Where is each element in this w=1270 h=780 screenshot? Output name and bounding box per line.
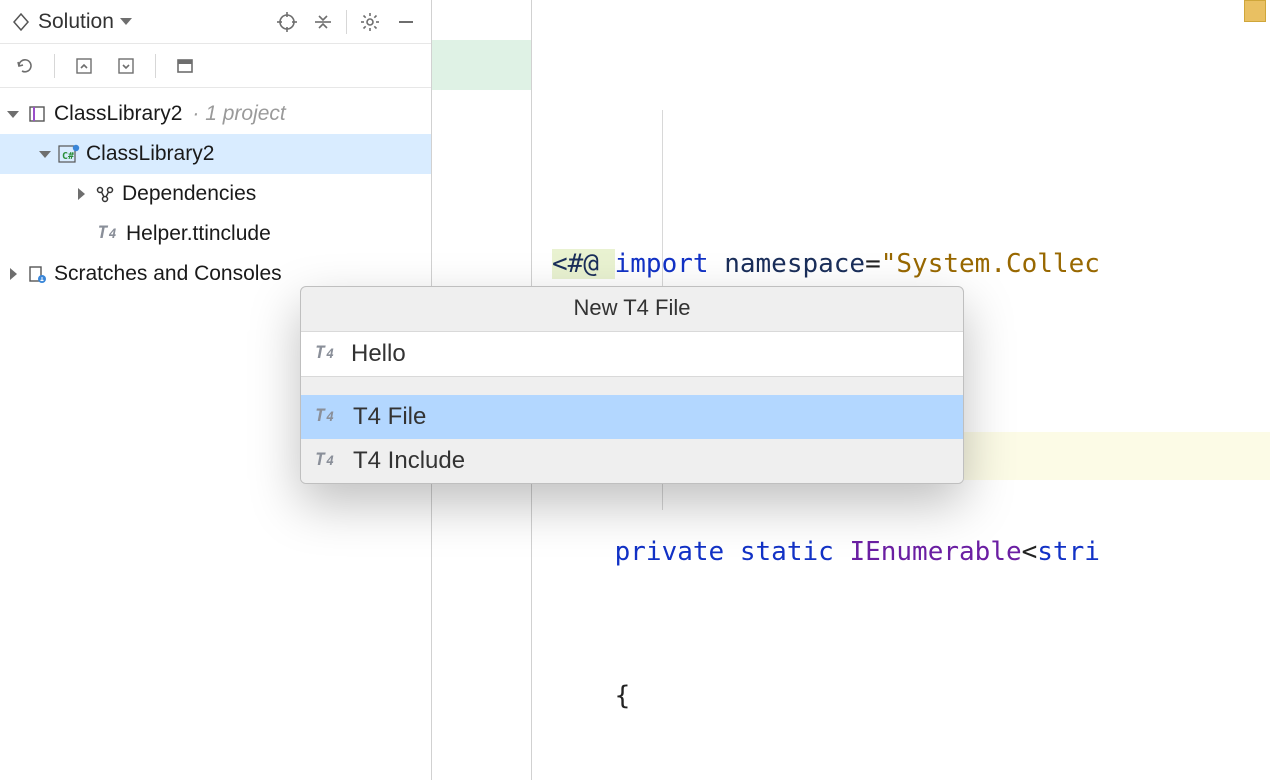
toolbar-divider [54,54,55,78]
toolbar-divider [155,54,156,78]
tree-label: Scratches and Consoles [54,262,282,286]
chevron-down-icon[interactable] [38,147,52,161]
dialog-input-row: T4 [301,331,963,377]
code-token: IEnumerable [849,537,1021,567]
minimize-icon[interactable] [391,7,421,37]
t4-file-icon: T4 [315,406,341,428]
tree-label: ClassLibrary2 [54,102,182,126]
tree-label: Dependencies [122,182,256,206]
code-token: <#@ [552,249,615,279]
window-icon[interactable] [170,51,200,81]
collapse-icon[interactable] [111,51,141,81]
filename-input[interactable] [351,340,949,368]
template-t4-include[interactable]: T4 T4 Include [301,439,963,483]
code-token: private [615,537,725,567]
code-token: stri [1037,537,1100,567]
tree-project[interactable]: C# ClassLibrary2 [0,134,431,174]
t4-file-icon: T4 [315,343,341,365]
refresh-icon[interactable] [10,51,40,81]
code-token: < [1022,537,1038,567]
tree-hint: · 1 project [192,102,285,126]
collapse-all-icon[interactable] [308,7,338,37]
chevron-down-icon[interactable] [6,107,20,121]
warning-marker [1244,0,1266,22]
gutter-highlight [432,40,531,90]
toolbar-divider [346,10,347,34]
t4-file-icon: T4 [94,223,120,245]
chevron-right-icon[interactable] [74,187,88,201]
tree-dependencies[interactable]: Dependencies [0,174,431,214]
template-label: T4 Include [353,447,465,475]
code-token: { [615,681,631,711]
gear-icon[interactable] [355,7,385,37]
expand-icon[interactable] [69,51,99,81]
sidebar-toolbar: Solution [0,0,431,44]
tree-label: Helper.ttinclude [126,222,271,246]
solution-node-icon [26,103,48,125]
solution-icon [10,11,32,33]
template-t4-file[interactable]: T4 T4 File [301,395,963,439]
dialog-title: New T4 File [301,287,963,331]
sidebar-secondary-toolbar [0,44,431,88]
tree-solution-root[interactable]: ClassLibrary2 · 1 project [0,94,431,134]
code-token: = [865,249,881,279]
dependencies-icon [94,183,116,205]
scratches-icon [26,263,48,285]
code-token: "System.Collec [881,249,1100,279]
t4-file-icon: T4 [315,450,341,472]
tree-file[interactable]: T4 Helper.ttinclude [0,214,431,254]
tree-label: ClassLibrary2 [86,142,214,166]
svg-text:C#: C# [62,151,74,162]
target-icon[interactable] [272,7,302,37]
sidebar-title: Solution [38,10,114,34]
chevron-down-icon [120,18,132,25]
dialog-separator [301,377,963,395]
csharp-project-icon: C# [58,143,80,165]
new-file-dialog: New T4 File T4 T4 T4 File T4 T4 Include [300,286,964,484]
chevron-right-icon[interactable] [6,267,20,281]
code-token: namespace [709,249,866,279]
dialog-template-list: T4 T4 File T4 T4 Include [301,395,963,483]
sidebar-title-group[interactable]: Solution [10,10,266,34]
code-token: static [740,537,834,567]
template-label: T4 File [353,403,426,431]
